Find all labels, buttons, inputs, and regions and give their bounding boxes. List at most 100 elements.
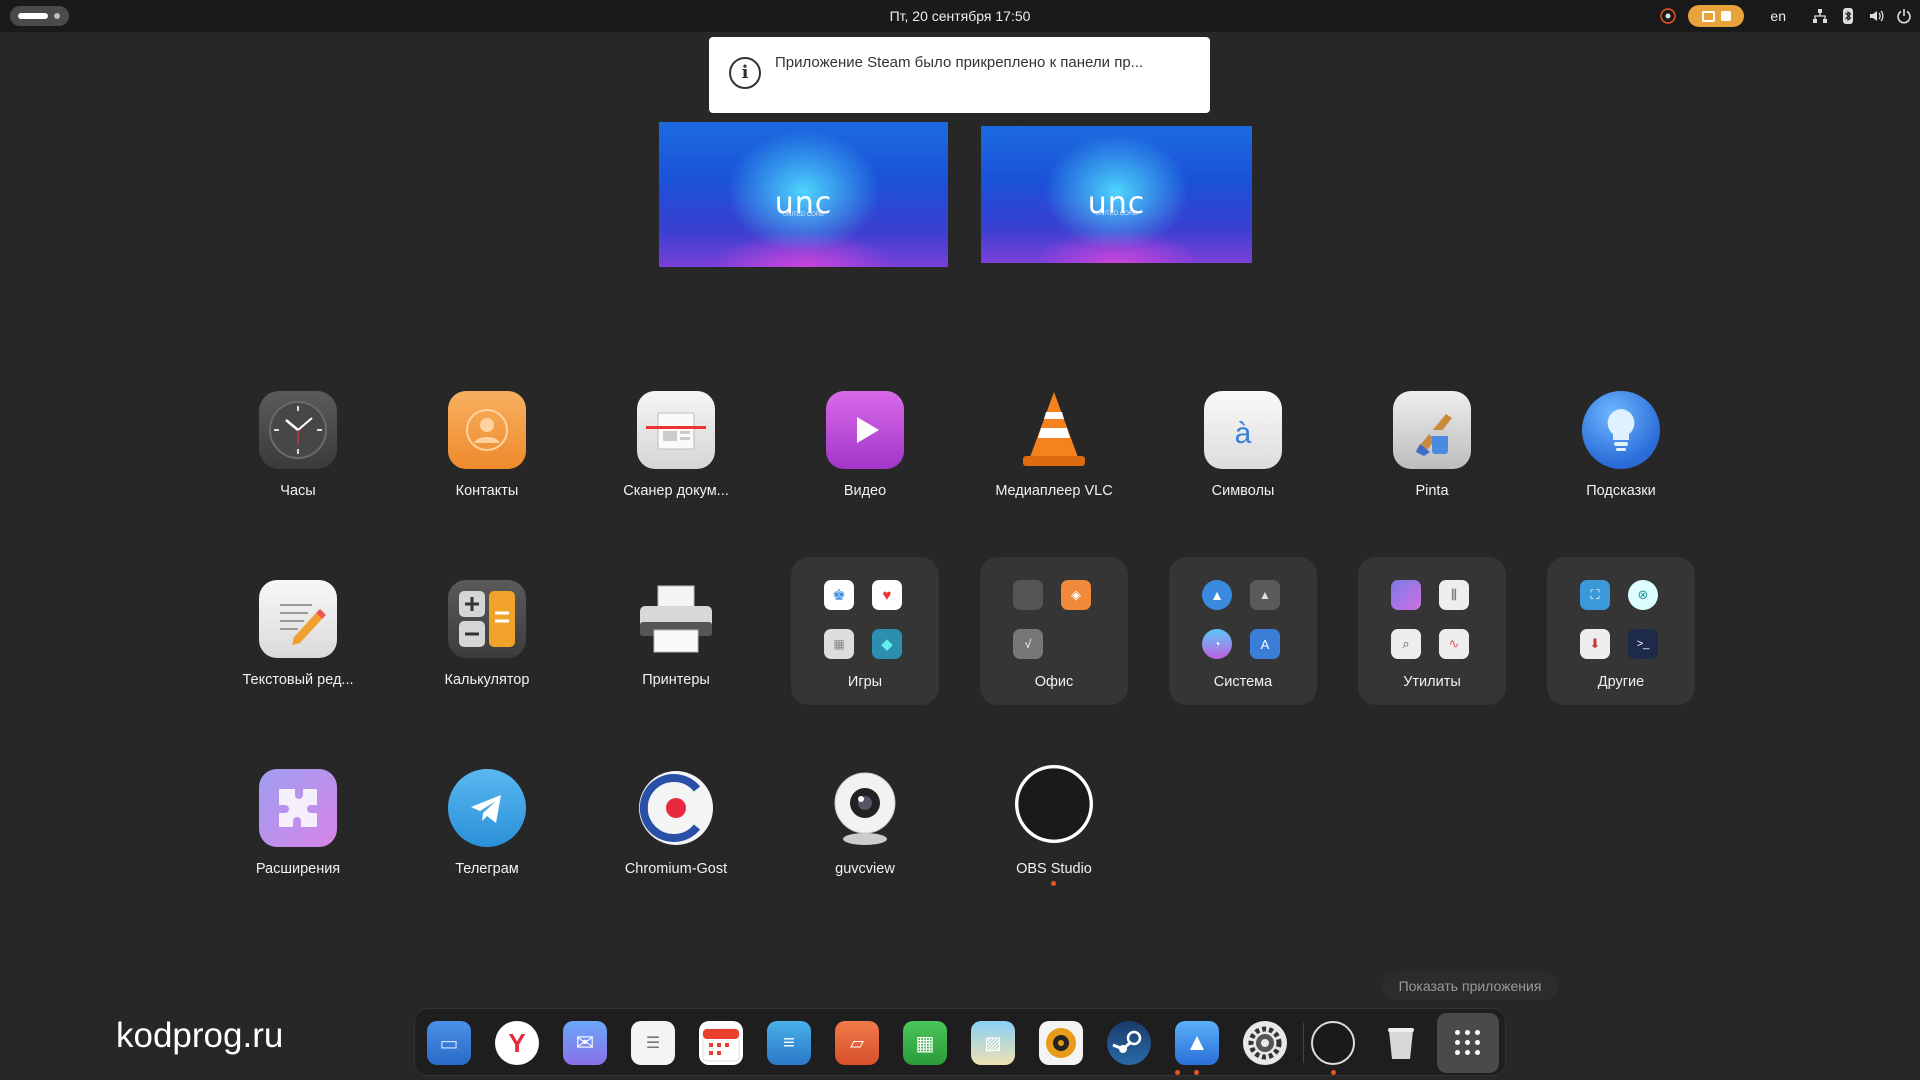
office-app-icon: √ [1013,629,1043,659]
app-guvcview[interactable]: guvcview [785,769,945,909]
running-indicator [1194,1070,1199,1075]
contacts-icon [448,391,526,469]
app-label: Медиаплеер VLC [995,483,1113,499]
folder-label: Утилиты [1403,674,1461,690]
games-app-icon: ♚ [824,580,854,610]
watermark: kodprog.ru [116,1016,284,1055]
text-editor-icon [259,580,337,658]
running-indicator [1051,881,1056,886]
app-label: OBS Studio [1016,861,1092,877]
folder-label: Другие [1597,674,1645,690]
folder-utilities[interactable]: ⫼ ⌕ ∿ Утилиты [1358,557,1506,705]
app-calculator[interactable]: Калькулятор [407,580,567,720]
presentation-icon[interactable]: ▱ [835,1021,879,1065]
vlc-icon [1015,391,1093,469]
system-app-icon: ◔ [1202,629,1232,659]
window-preview[interactable]: unc UNITED CORE [981,126,1252,263]
notification-banner[interactable]: i Приложение Steam было прикреплено к па… [709,37,1210,113]
app-video[interactable]: Видео [785,391,945,531]
app-vlc[interactable]: Медиаплеер VLC [974,391,1134,531]
others-app-icon: ⛶ [1580,580,1610,610]
app-label: guvcview [835,861,895,877]
keyboard-layout[interactable]: en [1770,8,1786,24]
trash-icon[interactable] [1379,1021,1423,1065]
calculator-icon [448,580,526,658]
app-obs-studio[interactable]: OBS Studio [974,765,1134,909]
games-app-icon: ♥ [872,580,902,610]
app-tips[interactable]: Подсказки [1541,391,1701,531]
pinta-icon [1393,391,1471,469]
app-characters[interactable]: à Символы [1163,391,1323,531]
steam-icon[interactable] [1107,1021,1151,1065]
volume-icon[interactable] [1868,8,1884,24]
top-bar: Пт, 20 сентября 17:50 en [0,0,1920,32]
show-apps-button[interactable] [1437,1013,1499,1073]
system-tray: en [1660,0,1912,32]
yandex-browser-icon[interactable]: Y [495,1021,539,1065]
utilities-app-icon [1391,580,1421,610]
app-label: Расширения [255,861,341,877]
stop-icon [1720,11,1731,21]
app-label: Текстовый ред... [242,672,354,688]
others-app-icon: ⬇ [1580,629,1610,659]
app-document-scanner[interactable]: Сканер докум... [596,391,756,531]
settings-icon[interactable] [1243,1021,1287,1065]
calendar-icon[interactable] [699,1021,743,1065]
app-label: Подсказки [1586,483,1656,499]
mail-icon[interactable]: ✉ [563,1021,607,1065]
printer-icon [637,580,715,658]
folder-office[interactable]: ◈ √ Офис [980,557,1128,705]
app-label: Часы [280,483,316,499]
app-telegram[interactable]: Телеграм [407,769,567,909]
utilities-app-icon: ⌕ [1391,629,1421,659]
system-app-icon: ▲ [1202,580,1232,610]
folder-system[interactable]: ▲ ▲ ◔ A Система [1169,557,1317,705]
games-app-icon: ▦ [824,629,854,659]
app-pinta[interactable]: Pinta [1352,391,1512,531]
files-icon[interactable]: ▭ [427,1021,471,1065]
app-label: Телеграм [455,861,519,877]
dock-separator [1303,1023,1304,1063]
chromium-gost-icon [637,769,715,847]
text-doc-icon[interactable]: ≡ [767,1021,811,1065]
unc-logo-subtitle: UNITED CORE [1095,210,1138,217]
obs-tray-icon[interactable] [1660,8,1677,24]
app-text-editor[interactable]: Текстовый ред... [218,580,378,720]
app-label: Chromium-Gost [624,861,728,877]
date-time[interactable]: Пт, 20 сентября 17:50 [0,0,1920,32]
power-icon[interactable] [1896,8,1912,24]
character-glyph: à [1234,417,1252,450]
bluetooth-icon[interactable] [1840,8,1856,24]
unc-logo-subtitle: UNITED CORE [782,211,825,218]
tasks-icon[interactable]: ☰ [631,1021,675,1065]
tips-icon [1582,391,1660,469]
folder-games[interactable]: ♚ ♥ ▦ ◆ Игры [791,557,939,705]
info-icon: i [729,57,761,89]
network-icon[interactable] [1812,8,1828,24]
show-apps-tooltip: Показать приложения [1382,972,1558,1000]
software-center-icon[interactable]: ▲ [1175,1021,1219,1065]
screen-share-indicator[interactable] [1688,5,1745,27]
telegram-icon [448,769,526,847]
app-label: Калькулятор [444,672,530,688]
app-label: Видео [843,483,887,499]
spreadsheet-icon[interactable]: ▦ [903,1021,947,1065]
folder-label: Офис [1034,674,1074,690]
dock: ▭ Y ✉ ☰ ≡ ▱ ▦ ▨ ▲ [414,1008,1506,1076]
utilities-app-icon: ∿ [1439,629,1469,659]
system-app-icon: A [1250,629,1280,659]
app-label: Сканер докум... [623,483,729,499]
app-label: Pinta [1415,483,1449,499]
folder-others[interactable]: ⛶ ⊗ ⬇ >_ Другие [1547,557,1695,705]
running-indicator [1331,1070,1336,1075]
app-chromium-gost[interactable]: Chromium-Gost [596,769,756,909]
app-extensions[interactable]: Расширения [218,769,378,909]
music-player-icon[interactable] [1039,1021,1083,1065]
window-preview[interactable]: unc UNITED CORE [659,122,948,267]
image-viewer-icon[interactable]: ▨ [971,1021,1015,1065]
app-printers[interactable]: Принтеры [596,580,756,720]
app-clock[interactable]: Часы [218,391,378,531]
app-label: Символы [1211,483,1275,499]
app-contacts[interactable]: Контакты [407,391,567,531]
obs-icon[interactable] [1311,1021,1355,1065]
